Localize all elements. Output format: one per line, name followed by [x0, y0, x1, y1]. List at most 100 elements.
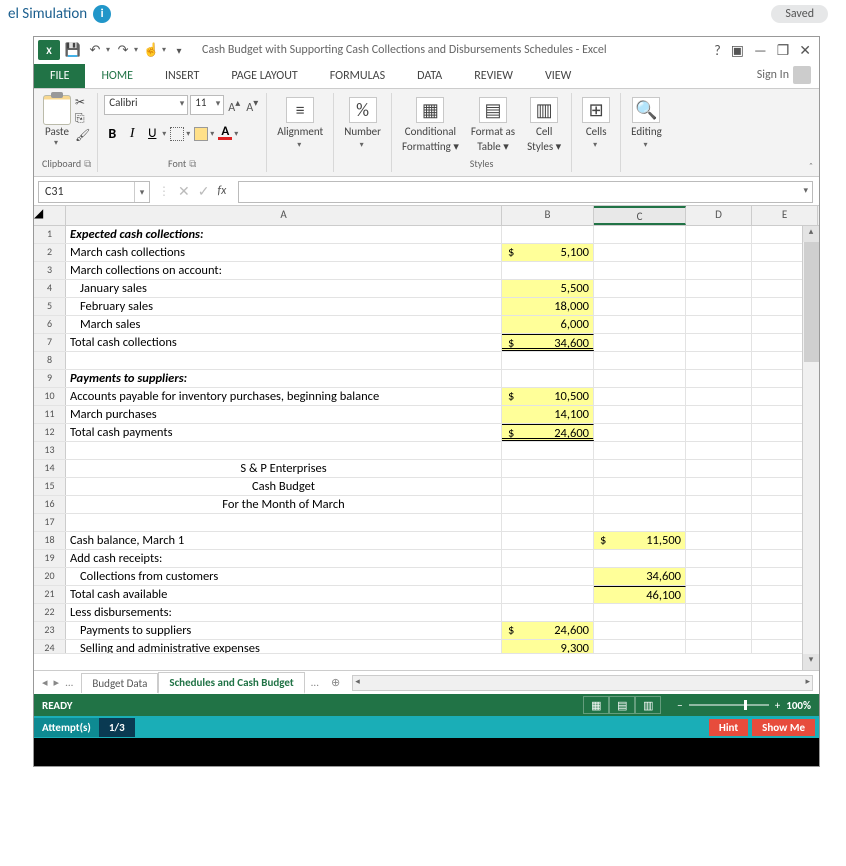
bold-button[interactable]: B [104, 125, 120, 142]
scroll-down-icon[interactable]: ▾ [803, 654, 819, 670]
help-icon[interactable]: ? [714, 42, 721, 59]
sheet-tab-schedules[interactable]: Schedules and Cash Budget [158, 672, 304, 694]
hint-button[interactable]: Hint [709, 719, 748, 736]
tab-nav-prev-icon[interactable]: ◂ [42, 676, 48, 689]
cell-C20[interactable]: 34,600 [594, 568, 686, 585]
close-icon[interactable]: ✕ [799, 42, 811, 59]
worksheet-grid[interactable]: ◢ A B C D E 1Expected cash collections: … [34, 206, 819, 670]
zoom-in-icon[interactable]: + [775, 699, 780, 712]
cell-A19[interactable]: Add cash receipts: [66, 550, 502, 567]
col-header-A[interactable]: A [66, 206, 502, 225]
tab-file[interactable]: FILE [34, 64, 85, 88]
cell-B11[interactable]: 14,100 [502, 406, 594, 423]
enter-icon[interactable]: ✓ [198, 183, 210, 200]
tab-formulas[interactable]: FORMULAS [314, 64, 401, 88]
format-as-table-button[interactable]: ▤Format asTable ▾ [467, 95, 519, 155]
view-normal-icon[interactable]: ▦ [583, 696, 609, 714]
zoom-slider[interactable] [689, 704, 769, 706]
cell-A5[interactable]: February sales [66, 298, 502, 315]
cell-B1[interactable] [502, 226, 594, 243]
tab-insert[interactable]: INSERT [149, 64, 215, 88]
sign-in[interactable]: Sign In [749, 62, 819, 88]
cell-A3[interactable]: March collections on account: [66, 262, 502, 279]
alignment-label[interactable]: Alignment [277, 125, 323, 138]
editing-icon[interactable]: 🔍 [632, 97, 660, 123]
cell-A16[interactable]: For the Month of March [66, 496, 502, 513]
cell-A12[interactable]: Total cash payments [66, 424, 502, 441]
underline-button[interactable]: U [144, 126, 160, 141]
cells-label[interactable]: Cells [586, 125, 607, 138]
col-header-E[interactable]: E [752, 206, 818, 225]
cell-B12[interactable]: 24,600 [502, 424, 594, 441]
cell-A9[interactable]: Payments to suppliers: [66, 370, 502, 387]
collapse-ribbon-icon[interactable]: ˆ [809, 160, 813, 173]
name-box[interactable]: C31 ▾ [38, 181, 150, 203]
tab-nav-more-icon[interactable]: ... [65, 676, 73, 689]
info-icon[interactable]: i [93, 5, 111, 23]
restore-icon[interactable]: ❐ [777, 42, 790, 59]
fill-color-icon[interactable] [194, 127, 208, 141]
cell-A4[interactable]: January sales [66, 280, 502, 297]
cell-B6[interactable]: 6,000 [502, 316, 594, 333]
cell-B10[interactable]: 10,500 [502, 388, 594, 405]
cell-B2[interactable]: 5,100 [502, 244, 594, 261]
show-me-button[interactable]: Show Me [752, 719, 815, 736]
cell-C1[interactable] [594, 226, 686, 243]
name-box-value[interactable]: C31 [39, 182, 135, 202]
redo-icon[interactable]: ↷ [114, 41, 132, 59]
tab-home[interactable]: HOME [85, 64, 149, 88]
cancel-icon[interactable]: ✕ [178, 183, 190, 200]
font-color-icon[interactable]: A [218, 127, 232, 140]
paste-icon[interactable] [43, 95, 71, 125]
clipboard-launcher-icon[interactable]: ⧉ [84, 157, 91, 170]
copy-icon[interactable]: ⎘ [75, 112, 90, 126]
cell-A2[interactable]: March cash collections [66, 244, 502, 261]
col-header-B[interactable]: B [502, 206, 594, 225]
number-label[interactable]: Number [344, 125, 381, 138]
zoom-out-icon[interactable]: − [677, 699, 682, 712]
cell-B5[interactable]: 18,000 [502, 298, 594, 315]
cell-A6[interactable]: March sales [66, 316, 502, 333]
paste-dropdown-icon[interactable]: ▾ [54, 138, 58, 148]
sheet-tab-budget-data[interactable]: Budget Data [81, 673, 158, 693]
paste-label[interactable]: Paste [45, 125, 69, 138]
tab-more[interactable]: ... [305, 676, 325, 689]
shrink-font-icon[interactable]: A▾ [244, 96, 260, 115]
cell-A10[interactable]: Accounts payable for inventory purchases… [66, 388, 502, 405]
number-icon[interactable]: % [349, 97, 377, 123]
cell-B24[interactable]: 9,300 [502, 640, 594, 653]
formula-bar[interactable] [238, 181, 813, 203]
fx-icon[interactable]: fx [217, 184, 226, 198]
cell-A22[interactable]: Less disbursements: [66, 604, 502, 621]
tab-nav-next-icon[interactable]: ▸ [54, 676, 60, 689]
save-icon[interactable]: 💾 [64, 41, 82, 59]
cell-C21[interactable]: 46,100 [594, 586, 686, 603]
zoom-level[interactable]: 100% [786, 699, 811, 712]
cell-C18[interactable]: 11,500 [594, 532, 686, 549]
cell-B7[interactable]: 34,600 [502, 334, 594, 351]
vertical-scrollbar[interactable]: ▴ ▾ [802, 226, 819, 670]
zoom-control[interactable]: − + 100% [677, 699, 811, 712]
view-page-break-icon[interactable]: ▥ [635, 696, 661, 714]
cell-A14[interactable]: S & P Enterprises [66, 460, 502, 477]
italic-button[interactable]: I [124, 126, 140, 142]
cut-icon[interactable]: ✂ [75, 95, 90, 110]
cell-A1[interactable]: Expected cash collections: [66, 226, 502, 243]
tab-review[interactable]: REVIEW [458, 64, 529, 88]
cell-A24[interactable]: Selling and administrative expenses [66, 640, 502, 653]
col-header-C[interactable]: C [594, 206, 686, 225]
font-name-select[interactable]: Calibri [104, 95, 188, 115]
alignment-icon[interactable]: ≡ [286, 97, 314, 123]
editing-label[interactable]: Editing [631, 125, 662, 138]
font-size-select[interactable]: 11 [190, 95, 224, 115]
tab-view[interactable]: VIEW [529, 64, 587, 88]
cell-A21[interactable]: Total cash available [66, 586, 502, 603]
scroll-up-icon[interactable]: ▴ [803, 226, 819, 242]
cell-A15[interactable]: Cash Budget [66, 478, 502, 495]
tab-data[interactable]: DATA [401, 64, 458, 88]
cell-styles-button[interactable]: ▥CellStyles ▾ [523, 95, 565, 155]
name-box-dropdown-icon[interactable]: ▾ [135, 187, 149, 198]
conditional-formatting-button[interactable]: ▦ConditionalFormatting ▾ [398, 95, 463, 155]
cell-A23[interactable]: Payments to suppliers [66, 622, 502, 639]
select-all-corner[interactable]: ◢ [34, 206, 66, 225]
